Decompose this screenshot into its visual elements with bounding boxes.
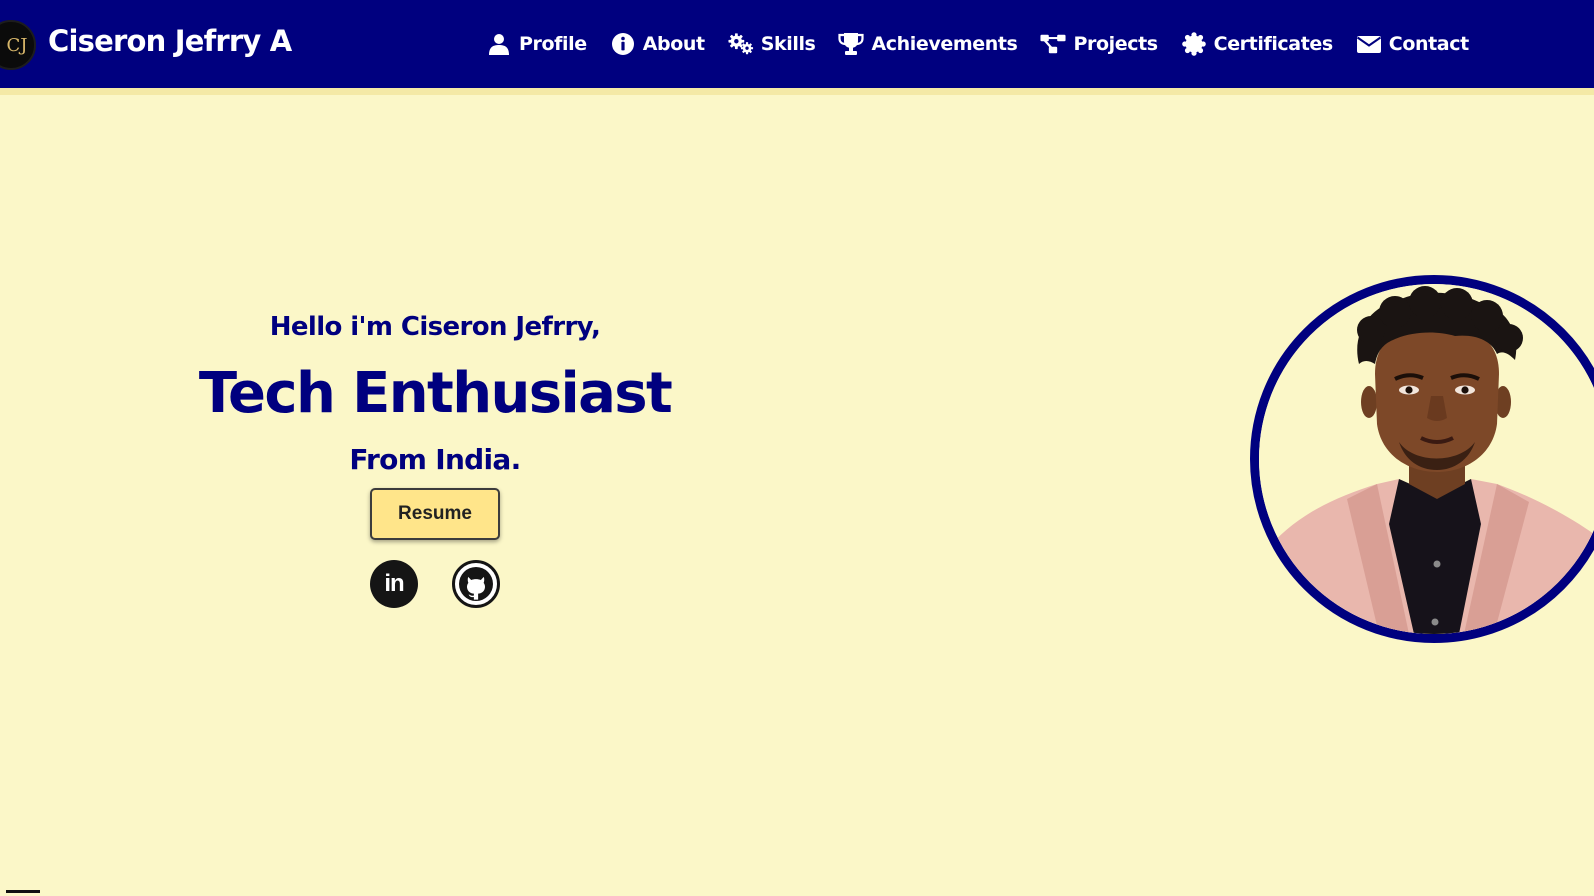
social-links: in (370, 560, 500, 608)
nav-links: Profile About Skills Achievements Projec… (486, 0, 1492, 88)
linkedin-link[interactable]: in (370, 560, 418, 608)
nav-item-contact[interactable]: Contact (1356, 32, 1469, 56)
gears-icon (728, 33, 753, 55)
nav-item-label: Skills (760, 33, 816, 55)
diagram-project-icon (1040, 34, 1066, 54)
brand-logo-text: CJ (6, 34, 28, 56)
envelope-icon (1356, 36, 1381, 53)
resume-button[interactable]: Resume (370, 488, 500, 540)
nav-item-about[interactable]: About (610, 32, 705, 56)
hero-headline: Tech Enthusiast (198, 361, 673, 426)
nav-item-projects[interactable]: Projects (1040, 32, 1158, 56)
linkedin-icon: in (384, 570, 404, 597)
nav-item-label: Profile (519, 33, 587, 55)
info-circle-icon (611, 33, 634, 55)
github-icon (459, 567, 493, 601)
nav-item-label: Certificates (1213, 33, 1334, 55)
navbar: CJ Ciseron Jefrry A Profile About Skills… (0, 0, 1594, 88)
brand-logo[interactable]: CJ (0, 20, 36, 70)
nav-item-label: Achievements (871, 33, 1018, 55)
certificate-icon (1181, 32, 1206, 56)
partial-logo-icon (6, 890, 40, 893)
trophy-icon (838, 33, 865, 55)
nav-item-achievements[interactable]: Achievements (838, 32, 1018, 56)
profile-photo (1250, 275, 1594, 643)
brand-name[interactable]: Ciseron Jefrry A (48, 24, 292, 58)
navbar-underline (0, 88, 1594, 95)
portfolio-page: CJ Ciseron Jefrry A Profile About Skills… (0, 0, 1594, 896)
user-icon (489, 34, 509, 55)
nav-item-label: About (642, 33, 705, 55)
hero-greeting: Hello i'm Ciseron Jefrry, (269, 312, 601, 342)
nav-item-label: Projects (1073, 33, 1158, 55)
github-link[interactable] (452, 560, 500, 608)
nav-item-label: Contact (1388, 33, 1469, 55)
hero-origin: From India. (349, 443, 521, 476)
hero-intro: Hello i'm Ciseron Jefrry, Tech Enthusias… (150, 300, 720, 608)
profile-photo-illustration (1259, 284, 1594, 634)
nav-item-certificates[interactable]: Certificates (1181, 32, 1333, 56)
nav-item-profile[interactable]: Profile (486, 32, 587, 56)
nav-item-skills[interactable]: Skills (728, 32, 816, 56)
